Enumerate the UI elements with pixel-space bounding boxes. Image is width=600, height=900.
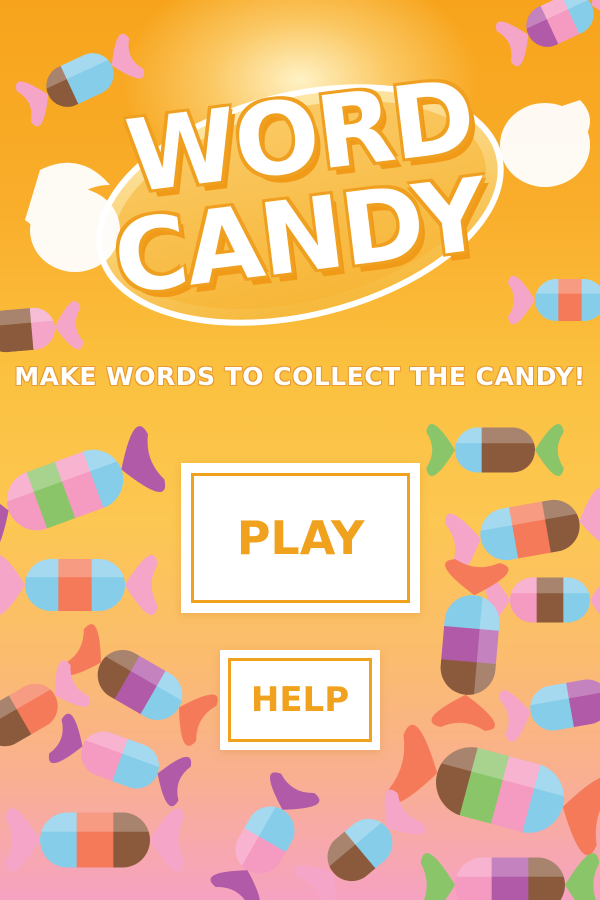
tagline: MAKE WORDS TO COLLECT THE CANDY! [14, 362, 586, 391]
help-button-label: HELP [250, 680, 350, 720]
game-logo: WORD CANDY [0, 0, 600, 340]
candy-icon [62, 624, 218, 746]
help-button[interactable]: HELP [220, 650, 380, 750]
play-button-label: PLAY [236, 511, 365, 565]
candy-icon [420, 853, 600, 900]
title-screen: WORD CANDY MAKE WORDS TO COLLECT THE CAN… [0, 0, 600, 900]
candy-icon [445, 487, 600, 573]
candy-icon [5, 808, 185, 872]
candy-icon [210, 772, 320, 900]
candy-icon [48, 713, 192, 807]
candy-icon [0, 554, 158, 616]
candy-icon [0, 660, 90, 755]
candy-icon [499, 675, 600, 742]
candy-icon [426, 423, 564, 477]
play-button[interactable]: PLAY [181, 463, 420, 613]
candy-icon [0, 426, 166, 554]
candy-icon [388, 724, 600, 856]
